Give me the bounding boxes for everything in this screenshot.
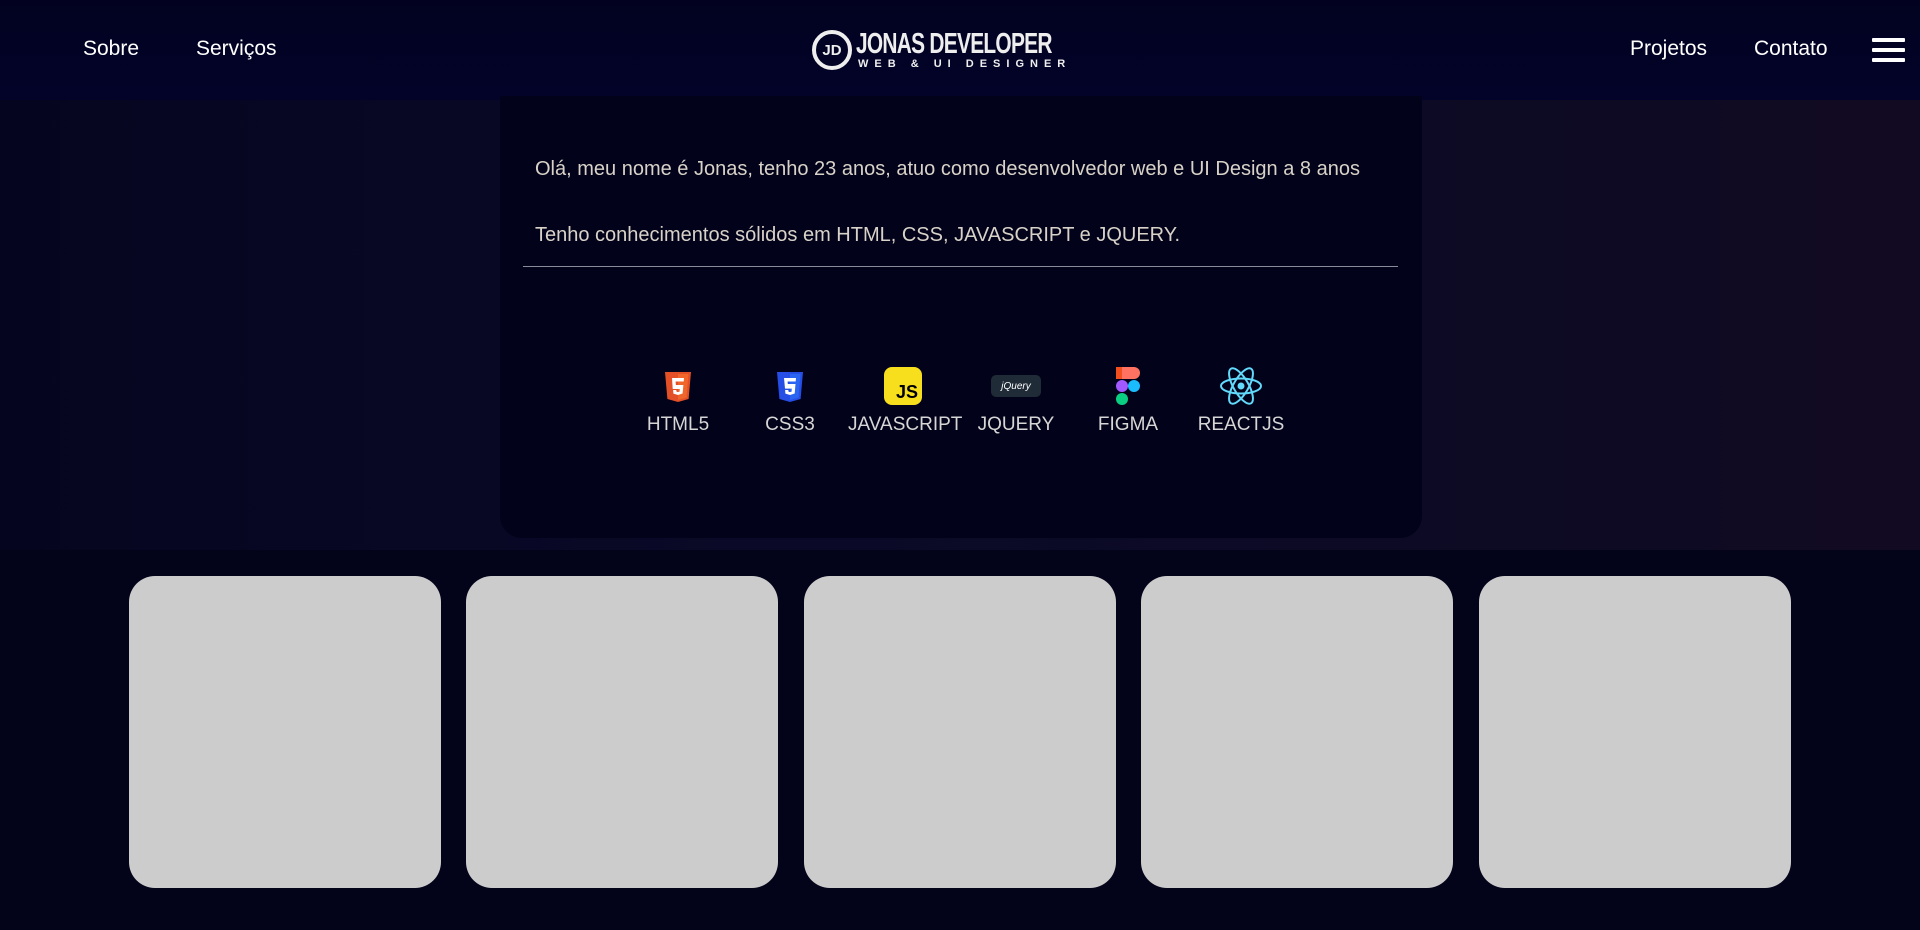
nav-servicos[interactable]: Serviços <box>196 37 277 61</box>
skill-figma: FIGMA <box>1073 366 1183 436</box>
skill-label: JQUERY <box>977 414 1055 435</box>
skill-label: CSS3 <box>765 414 815 435</box>
skill-reactjs: REACTJS <box>1186 366 1296 436</box>
html5-icon <box>623 366 733 406</box>
skill-html5: HTML5 <box>623 366 733 436</box>
figma-icon <box>1073 366 1183 406</box>
about-intro: Olá, meu nome é Jonas, tenho 23 anos, at… <box>535 158 1360 180</box>
hamburger-icon[interactable] <box>1872 38 1905 62</box>
skill-label: HTML5 <box>646 414 710 435</box>
nav-projetos[interactable]: Projetos <box>1630 37 1707 61</box>
logo-subtitle: WEB & UI DESIGNER <box>858 58 1072 70</box>
logo[interactable]: JD JONAS DEVELOPER WEB & UI DESIGNER <box>812 30 1065 72</box>
logo-title: JONAS DEVELOPER <box>856 28 1052 60</box>
project-card[interactable] <box>1479 576 1791 888</box>
logo-monogram: JD <box>812 30 852 70</box>
skill-jquery: jQuery JQUERY <box>961 366 1071 436</box>
nav-sobre[interactable]: Sobre <box>83 37 139 61</box>
nav-contato[interactable]: Contato <box>1754 37 1828 61</box>
javascript-icon: JS <box>848 366 958 406</box>
about-skills-text: Tenho conhecimentos sólidos em HTML, CSS… <box>535 224 1181 246</box>
header: Sobre Serviços JD JONAS DEVELOPER WEB & … <box>0 0 1920 100</box>
jquery-icon: jQuery <box>961 366 1071 406</box>
divider <box>523 266 1398 267</box>
css3-icon <box>735 366 845 406</box>
project-card[interactable] <box>1141 576 1453 888</box>
skill-css3: CSS3 <box>735 366 845 436</box>
project-card[interactable] <box>804 576 1116 888</box>
skill-label: JAVASCRIPT <box>848 414 963 435</box>
skill-label: REACTJS <box>1197 414 1285 435</box>
react-icon <box>1186 366 1296 406</box>
project-card[interactable] <box>129 576 441 888</box>
project-card[interactable] <box>466 576 778 888</box>
skill-javascript: JS JAVASCRIPT <box>848 366 963 436</box>
skill-label: FIGMA <box>1097 414 1159 435</box>
